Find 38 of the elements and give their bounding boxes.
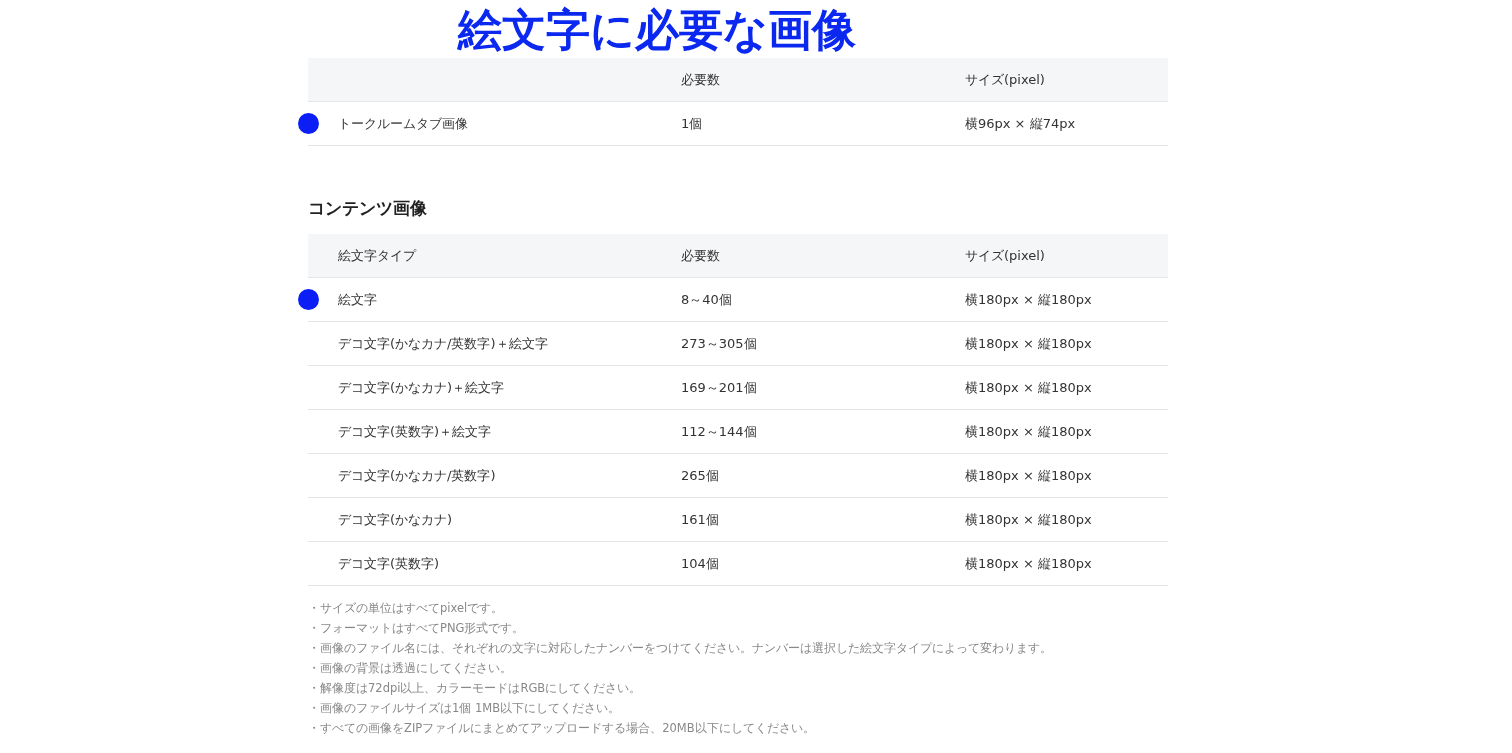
table-cell-text: デコ文字(かなカナ/英数字): [338, 466, 496, 485]
table-cell-text: 112～144個: [681, 422, 757, 441]
table-cell-text: 横180px × 縦180px: [965, 554, 1092, 573]
note-text: ・フォーマットはすべてPNG形式です。: [308, 620, 525, 637]
column-header: 絵文字タイプ: [338, 246, 416, 265]
table-cell-text: 絵文字: [338, 290, 377, 309]
table-cell-text: 横180px × 縦180px: [965, 290, 1092, 309]
note-text: ・解像度は72dpi以上、カラーモードはRGBにしてください。: [308, 680, 642, 697]
table-cell-text: 横180px × 縦180px: [965, 466, 1092, 485]
table-cell-text: デコ文字(かなカナ): [338, 510, 453, 529]
table-cell-text: 横180px × 縦180px: [965, 510, 1092, 529]
table-cell-text: デコ文字(かなカナ/英数字)＋絵文字: [338, 334, 548, 353]
table-cell-text: デコ文字(かなカナ)＋絵文字: [338, 378, 505, 397]
table-cell-text: トークルームタブ画像: [338, 114, 468, 133]
column-header: 必要数: [681, 246, 720, 265]
table-cell-text: 横96px × 縦74px: [965, 114, 1076, 133]
note-text: ・画像のファイルサイズは1個 1MB以下にしてください。: [308, 700, 621, 717]
column-header: サイズ(pixel): [965, 70, 1045, 89]
table-cell-text: 8～40個: [681, 290, 732, 309]
table-cell-text: 273～305個: [681, 334, 757, 353]
note-text: ・すべての画像をZIPファイルにまとめてアップロードする場合、20MB以下にしてください。: [308, 720, 815, 737]
table-cell-text: 横180px × 縦180px: [965, 378, 1092, 397]
note-text: ・サイズの単位はすべてpixelです。: [308, 600, 504, 617]
section-heading: コンテンツ画像: [308, 197, 427, 220]
note-text: ・画像の背景は透過にしてください。: [308, 660, 512, 677]
page-title: 絵文字に必要な画像: [458, 4, 856, 56]
table-cell-text: デコ文字(英数字)＋絵文字: [338, 422, 492, 441]
table-cell-text: 169～201個: [681, 378, 757, 397]
table-cell-text: 161個: [681, 510, 719, 529]
table-cell-text: 横180px × 縦180px: [965, 422, 1092, 441]
note-text: ・画像のファイル名には、それぞれの文字に対応したナンバーをつけてください。ナンバーは選択した絵文字タイプによって変わります。: [308, 640, 1052, 657]
column-header: 必要数: [681, 70, 720, 89]
table-cell-text: 1個: [681, 114, 703, 133]
table-cell-text: 104個: [681, 554, 719, 573]
table-cell-text: 265個: [681, 466, 719, 485]
table-cell-text: 横180px × 縦180px: [965, 334, 1092, 353]
column-header: サイズ(pixel): [965, 246, 1045, 265]
table-cell-text: デコ文字(英数字): [338, 554, 440, 573]
